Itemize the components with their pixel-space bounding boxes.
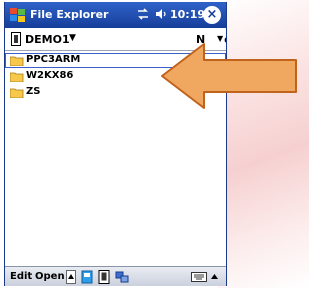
storage-card-icon [11,32,21,46]
arrow-up-icon[interactable] [66,270,76,284]
file-name: ZS [26,86,41,97]
windows-start-icon[interactable] [9,6,27,24]
chevron-down-icon[interactable]: ▼ [69,33,76,43]
volume-icon[interactable] [154,7,168,21]
clock[interactable]: 10:19 [170,8,205,21]
file-name: PPC3ARM [26,54,81,65]
file-name: W2KX86 [26,70,74,81]
connectivity-icon[interactable] [136,7,150,21]
device-icon[interactable] [98,270,110,284]
open-menu[interactable]: Open [35,271,65,282]
input-chevron-up-icon[interactable] [210,270,219,284]
window-title: File Explorer [30,8,109,21]
pointer-arrow-annotation [161,43,297,109]
location-dropdown[interactable]: DEMO1 [25,33,70,46]
title-bar: File Explorer 10:19 × [5,2,226,28]
folder-icon [10,72,24,82]
edit-menu[interactable]: Edit [10,271,32,282]
keyboard-icon[interactable] [191,270,207,284]
network-icon[interactable] [115,270,129,284]
close-icon[interactable]: × [203,6,221,24]
storage-card-icon[interactable] [81,270,93,284]
folder-icon [10,56,24,66]
menu-bar: Edit Open [5,266,226,286]
folder-icon [10,88,24,98]
